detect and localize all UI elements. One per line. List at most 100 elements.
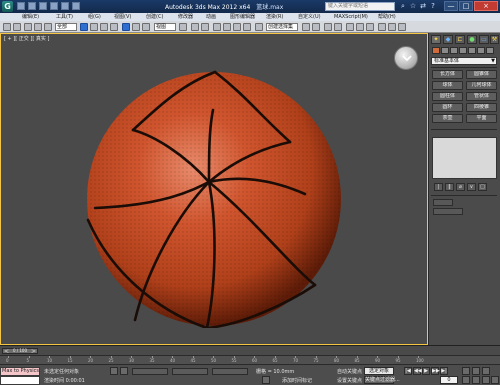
select-move-icon[interactable] (122, 23, 130, 31)
maxscript-input[interactable] (0, 376, 40, 385)
render-production-icon[interactable] (398, 23, 406, 31)
pan-icon[interactable] (472, 376, 480, 384)
teapot-button[interactable]: 茶壶 (432, 114, 463, 123)
keyboard-shortcut-icon[interactable] (201, 23, 209, 31)
menu-rendering[interactable]: 渲染(R) (266, 13, 283, 21)
track-bar[interactable]: 0 5 10 15 20 25 30 35 40 45 50 55 60 65 70 75 80 85 90 95 10… (0, 355, 500, 364)
zoom-all-icon[interactable] (472, 367, 480, 375)
select-rotate-icon[interactable] (132, 23, 140, 31)
redo-tool-icon[interactable] (13, 23, 21, 31)
rollout-header[interactable] (433, 199, 453, 206)
menu-create[interactable]: 创建(C) (146, 13, 163, 21)
rendered-frame-window-icon[interactable] (388, 23, 396, 31)
parameters-rollout[interactable] (432, 137, 497, 179)
menu-edit[interactable]: 编辑(E) (22, 13, 39, 21)
lock-selection-icon[interactable] (110, 367, 118, 375)
close-button[interactable]: × (474, 1, 498, 11)
curve-editor-icon[interactable] (346, 23, 354, 31)
material-editor-icon[interactable] (366, 23, 374, 31)
cone-button[interactable]: 圆锥体 (466, 70, 497, 79)
field-of-view-icon[interactable] (462, 376, 470, 384)
viewport-label[interactable]: [ + ][ 正交 ][ 真实 ] (4, 35, 49, 42)
lights-icon[interactable] (450, 47, 458, 54)
maximize-viewport-icon[interactable] (491, 376, 499, 384)
select-object-icon[interactable] (80, 23, 88, 31)
window-crossing-icon[interactable] (110, 23, 118, 31)
spinner-snap-icon[interactable] (243, 23, 251, 31)
save-file-icon[interactable] (39, 2, 47, 10)
sphere-button[interactable]: 球体 (432, 81, 463, 90)
key-filters-button[interactable]: 关键点过滤器... (364, 376, 400, 384)
go-to-start-button[interactable]: |◀ (404, 367, 412, 375)
mirror-icon[interactable] (302, 23, 310, 31)
previous-key-button[interactable]: ◀◀ (413, 367, 422, 375)
project-folder-icon[interactable] (72, 2, 80, 10)
selected-object-dropdown[interactable]: 选定对象 (364, 367, 394, 375)
geometry-icon[interactable] (432, 47, 440, 54)
layer-manager-icon[interactable] (324, 23, 332, 31)
previous-frame-icon[interactable]: < (4, 349, 9, 355)
viewcube-icon[interactable] (394, 46, 418, 70)
menu-views[interactable]: 视图(V) (114, 13, 131, 21)
snaps-toggle-icon[interactable] (213, 23, 221, 31)
space-warps-icon[interactable] (477, 47, 485, 54)
menu-group[interactable]: 组(G) (88, 13, 101, 21)
rollout-header[interactable] (433, 208, 463, 215)
menu-tools[interactable]: 工具(T) (56, 13, 73, 21)
menu-graph-editors[interactable]: 图形编辑器 (230, 13, 255, 21)
select-manipulate-icon[interactable] (191, 23, 199, 31)
y-coordinate-field[interactable] (172, 368, 208, 375)
frame-slider-handle[interactable]: < 0 / 100 > (2, 348, 38, 355)
z-coordinate-field[interactable] (212, 368, 248, 375)
zoom-extents-icon[interactable] (482, 367, 490, 375)
binoculars-icon[interactable]: ⌕ (399, 2, 407, 10)
next-frame-icon[interactable]: > (31, 349, 36, 355)
geosphere-button[interactable]: 几何球体 (466, 81, 497, 90)
exchange-icon[interactable]: ⇄ (419, 2, 427, 10)
perspective-viewport[interactable]: [ + ][ 正交 ][ 真实 ] (0, 33, 428, 345)
menu-customize[interactable]: 自定义(U) (298, 13, 321, 21)
make-unique-button[interactable]: ⌀ (456, 183, 465, 191)
star-icon[interactable]: ☆ (409, 2, 417, 10)
show-end-result-button[interactable]: ‖ (445, 183, 454, 191)
orbit-icon[interactable] (482, 376, 490, 384)
maximize-button[interactable]: □ (459, 1, 473, 11)
undo-tool-icon[interactable] (3, 23, 11, 31)
redo-icon[interactable] (61, 2, 69, 10)
selection-filter-dropdown[interactable]: 全部 (55, 23, 77, 31)
modify-tab[interactable]: ◆ (443, 35, 453, 44)
menu-animation[interactable]: 动画 (206, 13, 216, 21)
cameras-icon[interactable] (459, 47, 467, 54)
edit-named-selection-icon[interactable] (255, 23, 263, 31)
graphite-ribbon-icon[interactable] (334, 23, 342, 31)
link-icon[interactable] (24, 23, 32, 31)
systems-icon[interactable] (486, 47, 494, 54)
select-by-name-icon[interactable] (90, 23, 98, 31)
align-icon[interactable] (312, 23, 320, 31)
next-key-button[interactable]: ▶▶ (431, 367, 440, 375)
motion-tab[interactable]: ● (467, 35, 477, 44)
help-icon[interactable]: ? (429, 2, 437, 10)
go-to-end-button[interactable]: ▶| (440, 367, 448, 375)
pivot-center-icon[interactable] (179, 23, 187, 31)
pin-stack-button[interactable]: | (434, 183, 443, 191)
app-logo-icon[interactable]: G (2, 1, 13, 12)
add-time-tag[interactable]: 添加时间标记 (282, 377, 312, 384)
helpers-icon[interactable] (468, 47, 476, 54)
zoom-icon[interactable] (462, 367, 470, 375)
box-button[interactable]: 长方体 (432, 70, 463, 79)
menu-modifiers[interactable]: 修改器 (178, 13, 193, 21)
undo-icon[interactable] (50, 2, 58, 10)
play-button[interactable]: ▶ (422, 367, 430, 375)
search-input[interactable]: 键入关键字或短语 (325, 2, 395, 11)
x-coordinate-field[interactable] (132, 368, 168, 375)
new-file-icon[interactable] (17, 2, 25, 10)
torus-button[interactable]: 圆环 (432, 103, 463, 112)
configure-sets-button[interactable]: □ (478, 183, 487, 191)
tube-button[interactable]: 管状体 (466, 92, 497, 101)
object-category-dropdown[interactable]: 标准基本体 ▼ (431, 57, 497, 65)
bind-space-warp-icon[interactable] (44, 23, 52, 31)
render-setup-icon[interactable] (378, 23, 386, 31)
plane-button[interactable]: 平面 (466, 114, 497, 123)
maxscript-listener[interactable]: Max to Physics (0, 367, 40, 376)
